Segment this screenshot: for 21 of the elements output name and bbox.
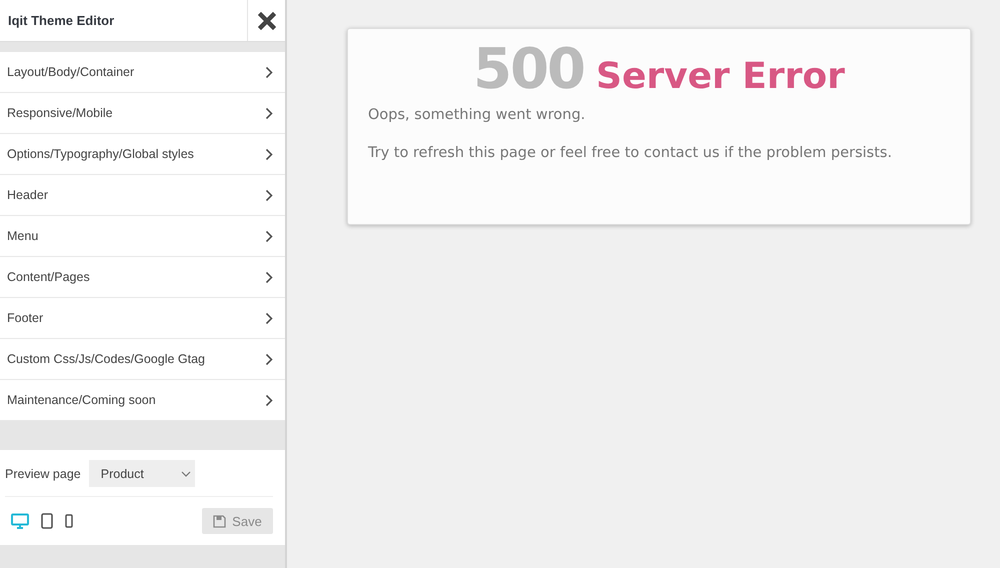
preview-label: Preview page [5,466,81,480]
chevron-right-icon [265,188,273,202]
chevron-right-icon [265,66,273,78]
preview-select[interactable]: Product [88,460,195,487]
error-code: 500 [473,39,584,101]
error-title: Server Error [596,56,845,97]
error-hint: Try to refresh this page or feel free to contact us if the problem persists. [368,145,893,161]
chevron-right-icon [265,352,273,366]
tablet-icon[interactable] [41,513,53,529]
chevron-right-icon [265,394,273,406]
chevron-right-icon [265,270,273,284]
editor-title: Iqit Theme Editor [7,12,116,30]
chevron-right-icon [265,312,273,324]
phone-icon[interactable] [65,514,73,528]
save-icon [213,514,226,528]
chevron-down-icon [180,470,191,476]
chevron-right-icon [265,106,273,120]
close-icon [258,12,276,30]
error-message: Oops, something went wrong. [368,107,586,123]
chevron-right-icon [265,148,273,160]
chevron-right-icon [265,230,273,242]
